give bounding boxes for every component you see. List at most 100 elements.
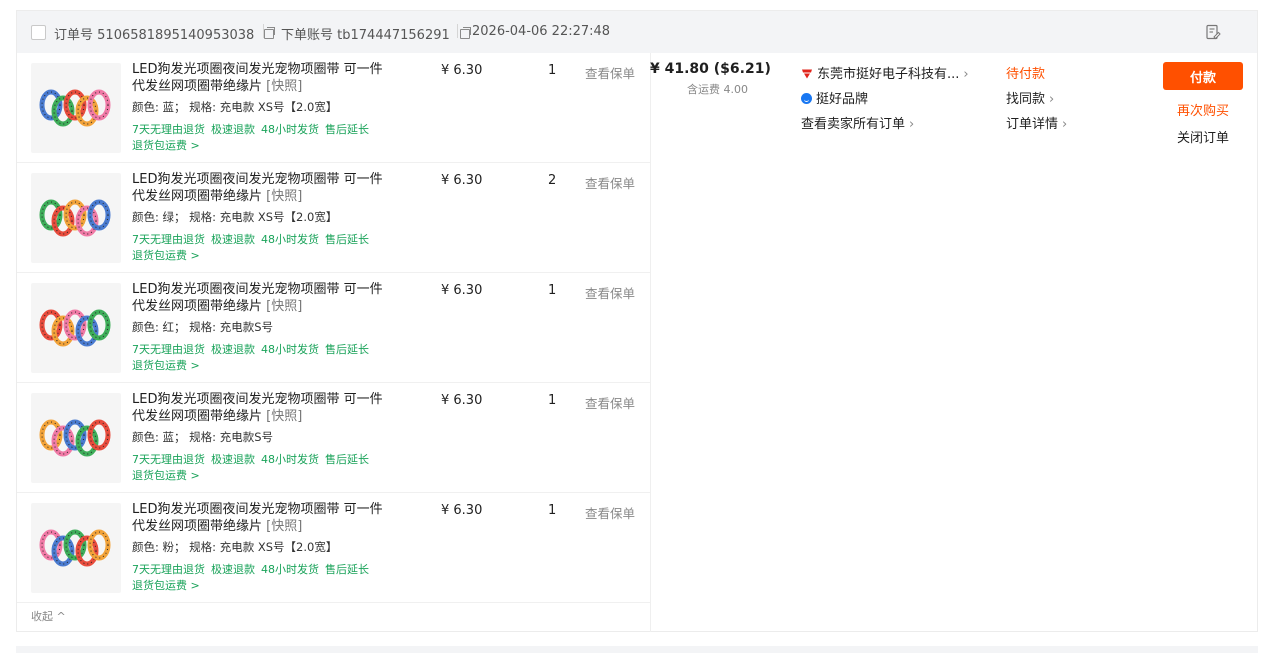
- header-divider: [263, 24, 264, 38]
- insurance-link[interactable]: 查看保单: [585, 393, 635, 412]
- shipping-service-link[interactable]: 退货包运费 >: [132, 247, 200, 263]
- insurance-link[interactable]: 查看保单: [585, 283, 635, 302]
- unit-price: ¥ 6.30: [441, 63, 483, 78]
- product-title[interactable]: LED狗发光项圈夜间发光宠物项圈带 可一件代发丝网项圈带绝缘片 [快照]: [132, 171, 394, 205]
- copy-icon[interactable]: [459, 27, 471, 39]
- product-spec: 颜色: 蓝； 规格: 充电款S号: [132, 430, 274, 444]
- snapshot-link[interactable]: [快照]: [266, 79, 302, 94]
- collapse-toggle[interactable]: 收起 ^: [31, 608, 66, 624]
- note-edit-icon[interactable]: [1205, 24, 1221, 40]
- order-select-checkbox[interactable]: [31, 25, 46, 40]
- insurance-link[interactable]: 查看保单: [585, 503, 635, 522]
- order-item-row: LED狗发光项圈夜间发光宠物项圈带 可一件代发丝网项圈带绝缘片 [快照] 颜色: …: [17, 273, 650, 383]
- product-title[interactable]: LED狗发光项圈夜间发光宠物项圈带 可一件代发丝网项圈带绝缘片 [快照]: [132, 501, 394, 535]
- service-tag: 极速退款: [211, 453, 255, 466]
- service-tag: 48小时发货: [261, 453, 319, 466]
- unit-price: ¥ 6.30: [441, 173, 483, 188]
- seller-link[interactable]: 东莞市挺好电子科技有... ›: [801, 63, 969, 82]
- seller-orders-label: 查看卖家所有订单: [801, 117, 906, 132]
- service-tag: 48小时发货: [261, 563, 319, 576]
- order-item-row: LED狗发光项圈夜间发光宠物项圈带 可一件代发丝网项圈带绝缘片 [快照] 颜色: …: [17, 383, 650, 493]
- product-title[interactable]: LED狗发光项圈夜间发光宠物项圈带 可一件代发丝网项圈带绝缘片 [快照]: [132, 61, 394, 95]
- order-detail-link[interactable]: 订单详情 ›: [1006, 113, 1067, 132]
- service-tags: 7天无理由退货 极速退款 48小时发货 售后延长: [132, 341, 375, 357]
- quantity: 1: [548, 283, 557, 298]
- shipping-service-link[interactable]: 退货包运费 >: [132, 577, 200, 593]
- service-tag: 极速退款: [211, 233, 255, 246]
- chevron-right-icon: ›: [909, 117, 915, 132]
- rebuy-link[interactable]: 再次购买: [1163, 100, 1243, 119]
- product-title[interactable]: LED狗发光项圈夜间发光宠物项圈带 可一件代发丝网项圈带绝缘片 [快照]: [132, 391, 394, 425]
- row-divider: [17, 602, 650, 603]
- shipping-service-link[interactable]: 退货包运费 >: [132, 467, 200, 483]
- product-title-text: LED狗发光项圈夜间发光宠物项圈带 可一件代发丝网项圈带绝缘片: [132, 392, 383, 424]
- order-number-value: 5106581895140953038: [97, 28, 255, 43]
- service-tag: 7天无理由退货: [132, 453, 205, 466]
- service-tag: 极速退款: [211, 343, 255, 356]
- order-number-label: 订单号: [54, 28, 94, 43]
- pay-button[interactable]: 付款: [1163, 62, 1243, 90]
- service-tag: 7天无理由退货: [132, 343, 205, 356]
- close-order-link[interactable]: 关闭订单: [1163, 127, 1243, 146]
- copy-icon[interactable]: [264, 27, 276, 39]
- service-tag: 售后延长: [325, 343, 369, 356]
- order-item-row: LED狗发光项圈夜间发光宠物项圈带 可一件代发丝网项圈带绝缘片 [快照] 颜色: …: [17, 163, 650, 273]
- find-similar-link[interactable]: 找同款 ›: [1006, 88, 1054, 107]
- brand-name: 挺好品牌: [816, 92, 869, 107]
- snapshot-link[interactable]: [快照]: [266, 409, 302, 424]
- seller-orders-link[interactable]: 查看卖家所有订单 ›: [801, 113, 914, 132]
- product-title-text: LED狗发光项圈夜间发光宠物项圈带 可一件代发丝网项圈带绝缘片: [132, 172, 383, 204]
- order-status: 待付款: [1006, 67, 1046, 82]
- product-image[interactable]: [31, 283, 121, 373]
- order-datetime: 2026-04-06 22:27:48: [472, 24, 611, 39]
- product-title[interactable]: LED狗发光项圈夜间发光宠物项圈带 可一件代发丝网项圈带绝缘片 [快照]: [132, 281, 394, 315]
- order-account: 下单账号 tb174447156291: [281, 24, 471, 43]
- brand-link[interactable]: 挺好品牌: [801, 88, 868, 107]
- unit-price: ¥ 6.30: [441, 393, 483, 408]
- product-image[interactable]: [31, 393, 121, 483]
- insurance-link[interactable]: 查看保单: [585, 63, 635, 82]
- product-image[interactable]: [31, 63, 121, 153]
- insurance-link[interactable]: 查看保单: [585, 173, 635, 192]
- order-account-value: tb174447156291: [337, 28, 450, 43]
- quantity: 1: [548, 393, 557, 408]
- service-tags: 7天无理由退货 极速退款 48小时发货 售后延长: [132, 561, 375, 577]
- order-account-label: 下单账号: [281, 28, 334, 43]
- quantity: 1: [548, 503, 557, 518]
- service-tag: 极速退款: [211, 563, 255, 576]
- service-tag: 7天无理由退货: [132, 123, 205, 136]
- header-divider: [457, 24, 458, 38]
- shipping-fee: 含运费 4.00: [687, 83, 748, 96]
- service-tag: 极速退款: [211, 123, 255, 136]
- product-image[interactable]: [31, 173, 121, 263]
- product-spec: 颜色: 蓝； 规格: 充电款 XS号【2.0宽】: [132, 100, 338, 114]
- snapshot-link[interactable]: [快照]: [266, 519, 302, 534]
- order-detail-label: 订单详情: [1006, 117, 1059, 132]
- service-tag: 售后延长: [325, 453, 369, 466]
- service-tag: 7天无理由退货: [132, 563, 205, 576]
- unit-price: ¥ 6.30: [441, 283, 483, 298]
- product-image[interactable]: [31, 503, 121, 593]
- service-tag: 售后延长: [325, 123, 369, 136]
- order-item-row: LED狗发光项圈夜间发光宠物项圈带 可一件代发丝网项圈带绝缘片 [快照] 颜色: …: [17, 53, 650, 163]
- product-spec: 颜色: 红； 规格: 充电款S号: [132, 320, 274, 334]
- find-similar-label: 找同款: [1006, 92, 1046, 107]
- seller-name: 东莞市挺好电子科技有...: [817, 67, 960, 82]
- product-spec: 颜色: 绿； 规格: 充电款 XS号【2.0宽】: [132, 210, 338, 224]
- product-title-text: LED狗发光项圈夜间发光宠物项圈带 可一件代发丝网项圈带绝缘片: [132, 282, 383, 314]
- unit-price: ¥ 6.30: [441, 503, 483, 518]
- service-tags: 7天无理由退货 极速退款 48小时发货 售后延长: [132, 231, 375, 247]
- snapshot-link[interactable]: [快照]: [266, 189, 302, 204]
- next-order-card: [16, 646, 1258, 653]
- product-spec: 颜色: 粉； 规格: 充电款 XS号【2.0宽】: [132, 540, 338, 554]
- snapshot-link[interactable]: [快照]: [266, 299, 302, 314]
- shipping-service-link[interactable]: 退货包运费 >: [132, 137, 200, 153]
- shipping-service-link[interactable]: 退货包运费 >: [132, 357, 200, 373]
- service-tag: 48小时发货: [261, 233, 319, 246]
- shop-icon: [802, 69, 812, 79]
- product-title-text: LED狗发光项圈夜间发光宠物项圈带 可一件代发丝网项圈带绝缘片: [132, 502, 383, 534]
- service-tags: 7天无理由退货 极速退款 48小时发货 售后延长: [132, 451, 375, 467]
- quantity: 1: [548, 63, 557, 78]
- product-title-text: LED狗发光项圈夜间发光宠物项圈带 可一件代发丝网项圈带绝缘片: [132, 62, 383, 94]
- order-header: 订单号 5106581895140953038 下单账号 tb174447156…: [17, 11, 1257, 53]
